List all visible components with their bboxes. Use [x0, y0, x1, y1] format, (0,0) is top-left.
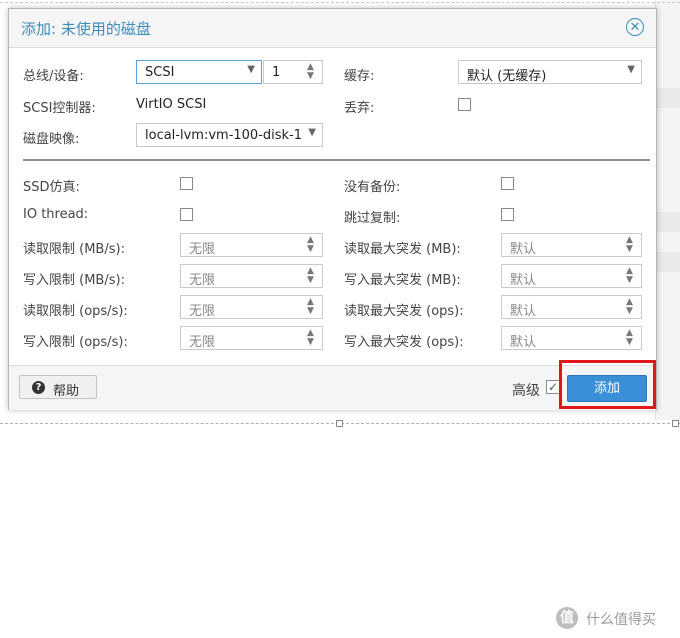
- discard-checkbox[interactable]: [458, 98, 471, 111]
- bus-device-label: 总线/设备:: [23, 69, 84, 84]
- ssd-emulation-label: SSD仿真:: [23, 180, 80, 195]
- read-burst-ops-label: 读取最大突发 (ops):: [344, 304, 464, 319]
- spinner-icon[interactable]: ▲ ▼: [307, 329, 317, 347]
- read-burst-mb-label: 读取最大突发 (MB):: [344, 242, 461, 257]
- spinner-icon[interactable]: ▲ ▼: [307, 298, 317, 316]
- write-burst-ops-value: 默认: [510, 335, 537, 350]
- read-limit-mb-value: 无限: [189, 242, 216, 257]
- write-limit-ops-value: 无限: [189, 335, 216, 350]
- skip-replication-checkbox[interactable]: [501, 208, 514, 221]
- help-button-label: 帮助: [53, 384, 80, 399]
- read-limit-ops-value: 无限: [189, 304, 216, 319]
- background-row: [656, 252, 680, 272]
- write-limit-mb-value: 无限: [189, 273, 216, 288]
- device-number-stepper[interactable]: 1 ▲ ▼: [263, 60, 323, 84]
- section-divider: [23, 159, 650, 161]
- watermark-logo-icon: 值: [556, 607, 578, 629]
- resize-handle[interactable]: [336, 420, 343, 427]
- write-burst-mb-field[interactable]: 默认 ▲ ▼: [501, 264, 642, 288]
- scsi-controller-value: VirtIO SCSI: [136, 97, 207, 112]
- close-icon[interactable]: ✕: [626, 18, 644, 36]
- selection-border-top: [0, 2, 680, 3]
- spinner-icon[interactable]: ▲ ▼: [307, 236, 317, 254]
- skip-replication-label: 跳过复制:: [344, 211, 401, 226]
- chevron-down-icon: ▼: [627, 64, 635, 75]
- read-limit-mb-field[interactable]: 无限 ▲ ▼: [180, 233, 323, 257]
- write-limit-ops-field[interactable]: 无限 ▲ ▼: [180, 326, 323, 350]
- background-page-strip: [655, 0, 680, 420]
- write-burst-ops-label: 写入最大突发 (ops):: [344, 335, 464, 350]
- scsi-controller-label: SCSI控制器:: [23, 101, 96, 116]
- read-limit-mb-label: 读取限制 (MB/s):: [23, 242, 125, 257]
- background-row: [656, 88, 680, 108]
- device-number-value: 1: [272, 65, 281, 80]
- spinner-icon[interactable]: ▲ ▼: [626, 298, 636, 316]
- cache-label: 缓存:: [344, 69, 375, 84]
- write-burst-mb-value: 默认: [510, 273, 537, 288]
- dialog-header: 添加: 未使用的磁盘 ✕: [9, 9, 656, 48]
- write-limit-mb-label: 写入限制 (MB/s):: [23, 273, 125, 288]
- spinner-icon[interactable]: ▲ ▼: [307, 267, 317, 285]
- advanced-checkbox[interactable]: ✓: [546, 380, 560, 394]
- io-thread-label: IO thread:: [23, 207, 89, 222]
- spinner-icon[interactable]: ▲ ▼: [626, 236, 636, 254]
- cache-select[interactable]: 默认 (无缓存) ▼: [458, 60, 642, 84]
- read-burst-ops-value: 默认: [510, 304, 537, 319]
- read-burst-mb-field[interactable]: 默认 ▲ ▼: [501, 233, 642, 257]
- read-burst-ops-field[interactable]: 默认 ▲ ▼: [501, 295, 642, 319]
- io-thread-checkbox[interactable]: [180, 208, 193, 221]
- watermark: 值 什么值得买: [556, 606, 676, 632]
- spinner-icon[interactable]: ▲ ▼: [307, 63, 317, 81]
- add-disk-dialog: 添加: 未使用的磁盘 ✕ 总线/设备: SCSI ▼ 1 ▲ ▼ SCSI控制器:…: [8, 8, 657, 410]
- no-backup-label: 没有备份:: [344, 180, 401, 195]
- chevron-down-icon: ▼: [308, 127, 316, 138]
- disk-image-select[interactable]: local-lvm:vm-100-disk-1 ▼: [136, 123, 323, 147]
- help-icon: ?: [32, 381, 45, 394]
- read-burst-mb-value: 默认: [510, 242, 537, 257]
- bus-select[interactable]: SCSI ▼: [136, 60, 262, 84]
- spinner-icon[interactable]: ▲ ▼: [626, 267, 636, 285]
- help-button[interactable]: ? 帮助: [19, 375, 97, 399]
- cache-select-value: 默认 (无缓存): [467, 69, 547, 84]
- read-limit-ops-field[interactable]: 无限 ▲ ▼: [180, 295, 323, 319]
- write-limit-mb-field[interactable]: 无限 ▲ ▼: [180, 264, 323, 288]
- chevron-down-icon: ▼: [247, 64, 255, 75]
- write-burst-mb-label: 写入最大突发 (MB):: [344, 273, 461, 288]
- disk-image-label: 磁盘映像:: [23, 132, 80, 147]
- background-row: [656, 212, 680, 232]
- discard-label: 丢弃:: [344, 101, 375, 116]
- disk-image-value: local-lvm:vm-100-disk-1: [145, 128, 303, 143]
- write-limit-ops-label: 写入限制 (ops/s):: [23, 335, 128, 350]
- resize-handle[interactable]: [672, 420, 679, 427]
- write-burst-ops-field[interactable]: 默认 ▲ ▼: [501, 326, 642, 350]
- advanced-label: 高级: [512, 383, 540, 399]
- spinner-icon[interactable]: ▲ ▼: [626, 329, 636, 347]
- read-limit-ops-label: 读取限制 (ops/s):: [23, 304, 128, 319]
- highlight-box: [559, 360, 656, 409]
- ssd-emulation-checkbox[interactable]: [180, 177, 193, 190]
- dialog-title: 添加: 未使用的磁盘: [21, 20, 151, 38]
- bus-select-value: SCSI: [145, 65, 175, 80]
- no-backup-checkbox[interactable]: [501, 177, 514, 190]
- watermark-text: 什么值得买: [586, 612, 656, 628]
